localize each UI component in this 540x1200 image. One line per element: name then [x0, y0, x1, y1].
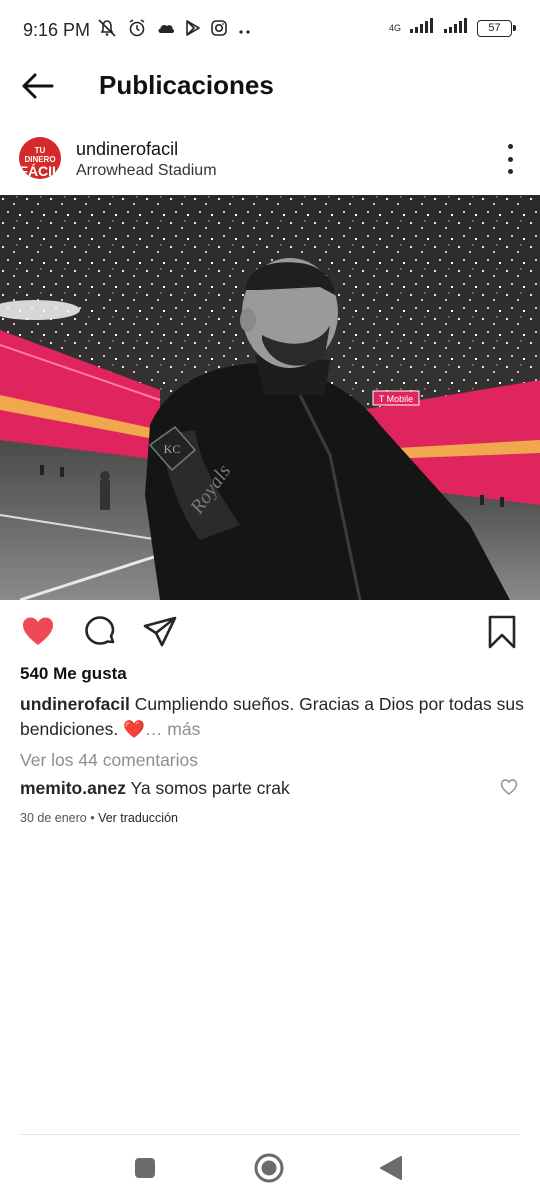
bookmark-icon: [488, 615, 516, 649]
meta-separator: •: [86, 811, 99, 825]
status-bar: 9:16 PM 4G 57: [0, 0, 540, 62]
comment-username[interactable]: memito.anez: [20, 778, 126, 798]
arrow-left-icon: [22, 73, 54, 99]
comment-bubble-icon: [85, 616, 115, 645]
share-button[interactable]: [142, 614, 178, 650]
recent-apps-button[interactable]: [127, 1150, 163, 1186]
alarm-icon: [127, 18, 147, 43]
post-date: 30 de enero: [20, 811, 87, 825]
comment-item: memito.anez Ya somos parte crak: [20, 778, 290, 799]
cloud-icon: [156, 20, 176, 41]
comment-like-button[interactable]: [500, 778, 518, 796]
home-button[interactable]: [251, 1150, 287, 1186]
avatar-text-big: FÁCIL: [19, 163, 61, 179]
like-button[interactable]: [20, 614, 56, 650]
svg-text:KC: KC: [164, 442, 181, 456]
dot-icon: [507, 144, 513, 149]
nav-divider: [20, 1134, 520, 1135]
dot-icon: [507, 169, 513, 174]
signal-icon-2: [443, 18, 469, 39]
network-label: 4G: [388, 23, 401, 33]
more-options-button[interactable]: [500, 144, 520, 174]
comment-text: Ya somos parte crak: [126, 778, 290, 798]
post-location[interactable]: Arrowhead Stadium: [76, 162, 217, 180]
status-icons-left: [96, 18, 253, 43]
translate-link[interactable]: Ver traducción: [98, 811, 178, 825]
photo-signage: T Mobile: [379, 394, 413, 404]
heart-outline-icon: [500, 779, 518, 795]
post-meta: 30 de enero • Ver traducción: [20, 811, 178, 825]
caption-username[interactable]: undinerofacil: [20, 694, 130, 714]
battery-icon: 57: [477, 20, 516, 37]
app-header: Publicaciones: [0, 62, 540, 110]
play-store-icon: [185, 19, 201, 42]
post-username[interactable]: undinerofacil: [76, 139, 178, 160]
caption-more-link[interactable]: … más: [145, 719, 200, 739]
post-caption: undinerofacil Cumpliendo sueños. Gracias…: [20, 692, 525, 742]
back-button[interactable]: [20, 71, 56, 101]
mute-icon: [96, 18, 118, 43]
page-title: Publicaciones: [99, 70, 274, 100]
send-icon: [143, 616, 177, 647]
post-photo[interactable]: T Mobile KC Royals: [0, 195, 540, 600]
square-icon: [135, 1158, 155, 1178]
dot-icon: [507, 156, 513, 162]
home-circle-icon: [254, 1153, 284, 1183]
post-actions: [0, 608, 540, 656]
comment-button[interactable]: [82, 614, 118, 650]
status-icons-right: 4G 57: [388, 18, 516, 39]
avatar-text-small: TU DINERO: [24, 146, 56, 164]
stadium-photo-illustration: T Mobile KC Royals: [0, 195, 540, 600]
save-button[interactable]: [484, 614, 520, 650]
signal-icon: [409, 18, 435, 39]
back-nav-button[interactable]: [373, 1150, 409, 1186]
likes-count[interactable]: 540 Me gusta: [20, 664, 127, 684]
avatar[interactable]: TU DINERO FÁCIL: [19, 137, 61, 179]
post-header: TU DINERO FÁCIL undinerofacil Arrowhead …: [0, 128, 540, 194]
instagram-icon: [210, 19, 228, 42]
view-comments-link[interactable]: Ver los 44 comentarios: [20, 750, 198, 771]
more-dots-icon: [237, 22, 253, 40]
status-time: 9:16 PM: [23, 20, 91, 40]
heart-filled-icon: [23, 617, 53, 645]
triangle-back-icon: [380, 1156, 402, 1180]
